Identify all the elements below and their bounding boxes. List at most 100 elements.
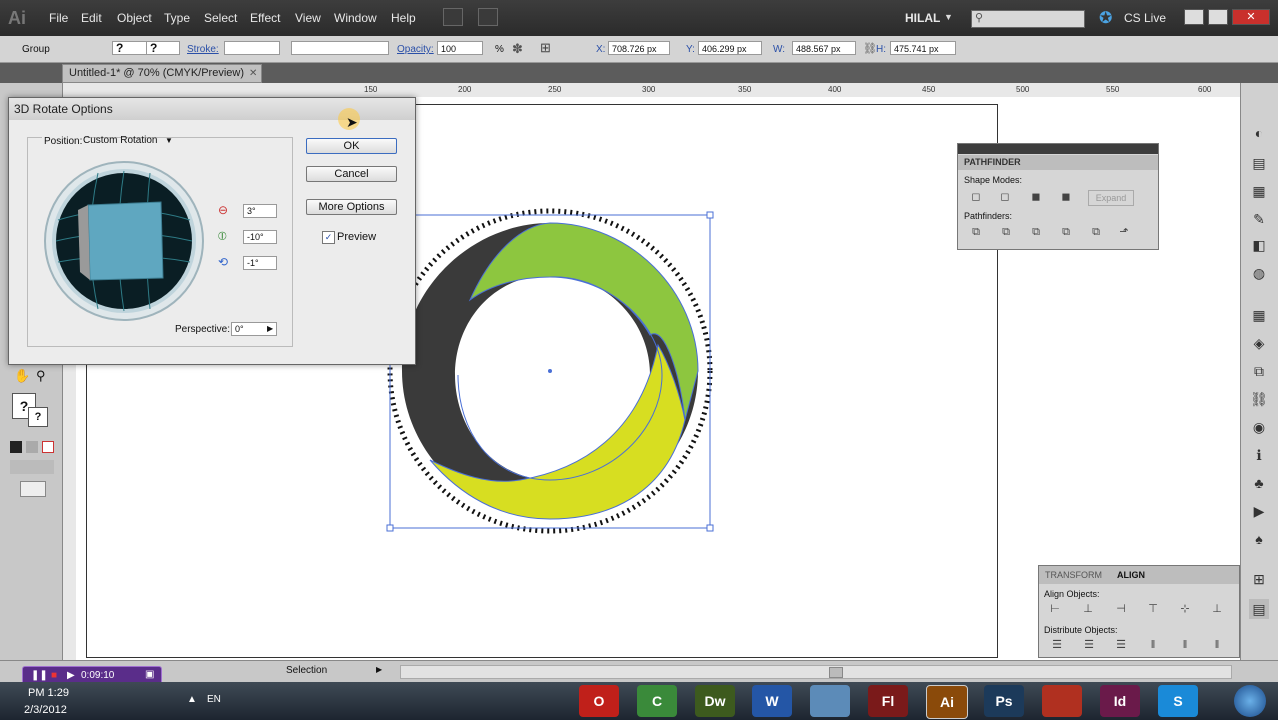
bounding-box-handle[interactable] [706,524,714,532]
scrollbar-thumb[interactable] [829,667,843,678]
taskbar-word[interactable]: W [752,685,792,717]
swatches-icon[interactable]: ▦ [1249,181,1269,201]
cs-live-button[interactable]: CS Live [1124,11,1166,25]
minus-back-icon[interactable]: ⬏ [1116,225,1132,239]
align-to-icon[interactable]: ⊞ [540,40,551,56]
taskbar-photoshop[interactable]: Ps [984,685,1024,717]
align-hcenter-icon[interactable]: ⊥ [1080,602,1096,616]
w-input[interactable]: 488.567 px [792,41,856,55]
gradient-mode-icon[interactable] [26,441,38,453]
stroke-color-icon[interactable]: ? [28,407,48,427]
start-button[interactable] [1234,685,1266,717]
chevron-down-icon[interactable]: ▼ [944,12,953,22]
align-top-icon[interactable]: ⊤ [1145,602,1161,616]
chevron-right-icon[interactable]: ▶ [267,324,273,333]
workspace-switcher[interactable]: HILAL [905,11,940,25]
navigator-icon[interactable]: ◉ [1249,417,1269,437]
distribute-top-icon[interactable]: ☰ [1049,638,1065,652]
drawing-modes-icon[interactable] [10,460,54,474]
stop-icon[interactable]: ■ [51,670,57,681]
artwork-group[interactable] [380,205,720,540]
align-right-icon[interactable]: ⊣ [1113,602,1129,616]
clock-date[interactable]: 2/3/2012 [24,704,67,716]
transform-panel-icon[interactable]: ⊞ [1249,569,1269,589]
language-indicator[interactable]: EN [207,694,221,705]
actions-icon[interactable]: ▶ [1249,501,1269,521]
merge-icon[interactable]: ⧉ [1028,225,1044,239]
bounding-box-handle[interactable] [386,524,394,532]
distribute-vcenter-icon[interactable]: ☰ [1081,638,1097,652]
align-left-icon[interactable]: ⊢ [1047,602,1063,616]
align-vcenter-icon[interactable]: ⊹ [1177,602,1193,616]
chevron-right-icon[interactable]: ▶ [376,665,382,674]
link-constrain-icon[interactable]: ⛓ [863,42,877,55]
crop-icon[interactable]: ⧉ [1058,225,1074,239]
close-button[interactable]: ✕ [1232,9,1270,25]
x-rotation-input[interactable]: 3° [243,204,277,218]
taskbar-dreamweaver[interactable]: Dw [695,685,735,717]
layers-icon[interactable]: ◈ [1249,333,1269,353]
taskbar-illustrator[interactable]: Ai [926,685,968,719]
zoom-tool-icon[interactable]: ⚲ [36,368,46,384]
color-mode-icon[interactable] [10,441,22,453]
menu-window[interactable]: Window [334,11,377,25]
taskbar-explorer[interactable] [810,685,850,717]
distribute-right-icon[interactable]: ‖ [1209,638,1225,652]
screen-mode-icon[interactable] [20,481,46,497]
align-panel-icon[interactable]: ▤ [1249,599,1269,619]
position-dropdown[interactable]: Custom Rotation ▼ [83,133,175,148]
stroke-panel-icon[interactable]: ♠ [1249,529,1269,549]
align-tab[interactable]: ALIGN [1117,570,1145,580]
h-input[interactable]: 475.741 px [890,41,956,55]
recorder-menu-icon[interactable]: ▣ [145,669,154,680]
clock-time[interactable]: PM 1:29 [28,687,69,699]
preview-checkbox[interactable]: ✓ [322,231,335,244]
exclude-icon[interactable]: ◼ [1058,190,1074,204]
appearance-icon[interactable]: ◍ [1249,263,1269,283]
horizontal-scrollbar[interactable] [400,665,1232,679]
intersect-icon[interactable]: ◼ [1028,190,1044,204]
arrange-documents-icon[interactable] [478,8,498,26]
more-options-button[interactable]: More Options [306,199,397,215]
document-tab[interactable]: Untitled-1* @ 70% (CMYK/Preview) ✕ [62,64,262,83]
expand-button[interactable]: Expand [1088,190,1134,206]
minus-front-icon[interactable]: ◻ [997,190,1013,204]
menu-select[interactable]: Select [204,11,237,25]
taskbar-flash[interactable]: Fl [868,685,908,717]
taskbar-indesign[interactable]: Id [1100,685,1140,717]
gradient-icon[interactable]: ◧ [1249,235,1269,255]
menu-edit[interactable]: Edit [81,11,102,25]
trim-icon[interactable]: ⧉ [998,225,1014,239]
show-hidden-icons-icon[interactable]: ▲ [187,694,197,705]
ok-button[interactable]: OK [306,138,397,154]
artboards-icon[interactable]: ⧉ [1249,361,1269,381]
stroke-weight-input[interactable] [224,41,280,55]
rotation-track-cube[interactable] [43,160,205,322]
z-rotation-input[interactable]: -1° [243,256,277,270]
distribute-hcenter-icon[interactable]: ‖ [1177,638,1193,652]
brushes-icon[interactable]: ✎ [1249,209,1269,229]
brush-definition-dropdown[interactable] [291,41,389,55]
align-bottom-icon[interactable]: ⊥ [1209,602,1225,616]
distribute-bottom-icon[interactable]: ☰ [1113,638,1129,652]
menu-type[interactable]: Type [164,11,190,25]
none-mode-icon[interactable] [42,441,54,453]
menu-effect[interactable]: Effect [250,11,280,25]
taskbar-chrome[interactable]: C [637,685,677,717]
stroke-swatch[interactable]: ? [146,41,180,55]
menu-help[interactable]: Help [391,11,416,25]
restore-button[interactable] [1208,9,1228,25]
unite-icon[interactable]: ◻ [968,190,984,204]
x-input[interactable]: 708.726 px [608,41,670,55]
cancel-button[interactable]: Cancel [306,166,397,182]
recolor-icon[interactable]: ✽ [512,41,523,57]
y-rotation-input[interactable]: -10° [243,230,277,244]
transform-tab[interactable]: TRANSFORM [1045,570,1102,580]
minimize-button[interactable] [1184,9,1204,25]
pathfinder-tab[interactable]: PATHFINDER [964,157,1021,167]
pause-icon[interactable]: ❚❚ [31,670,48,681]
panel-header[interactable] [958,144,1158,154]
distribute-left-icon[interactable]: ‖ [1145,638,1161,652]
menu-file[interactable]: File [49,11,68,25]
outline-icon[interactable]: ⧉ [1088,225,1104,239]
